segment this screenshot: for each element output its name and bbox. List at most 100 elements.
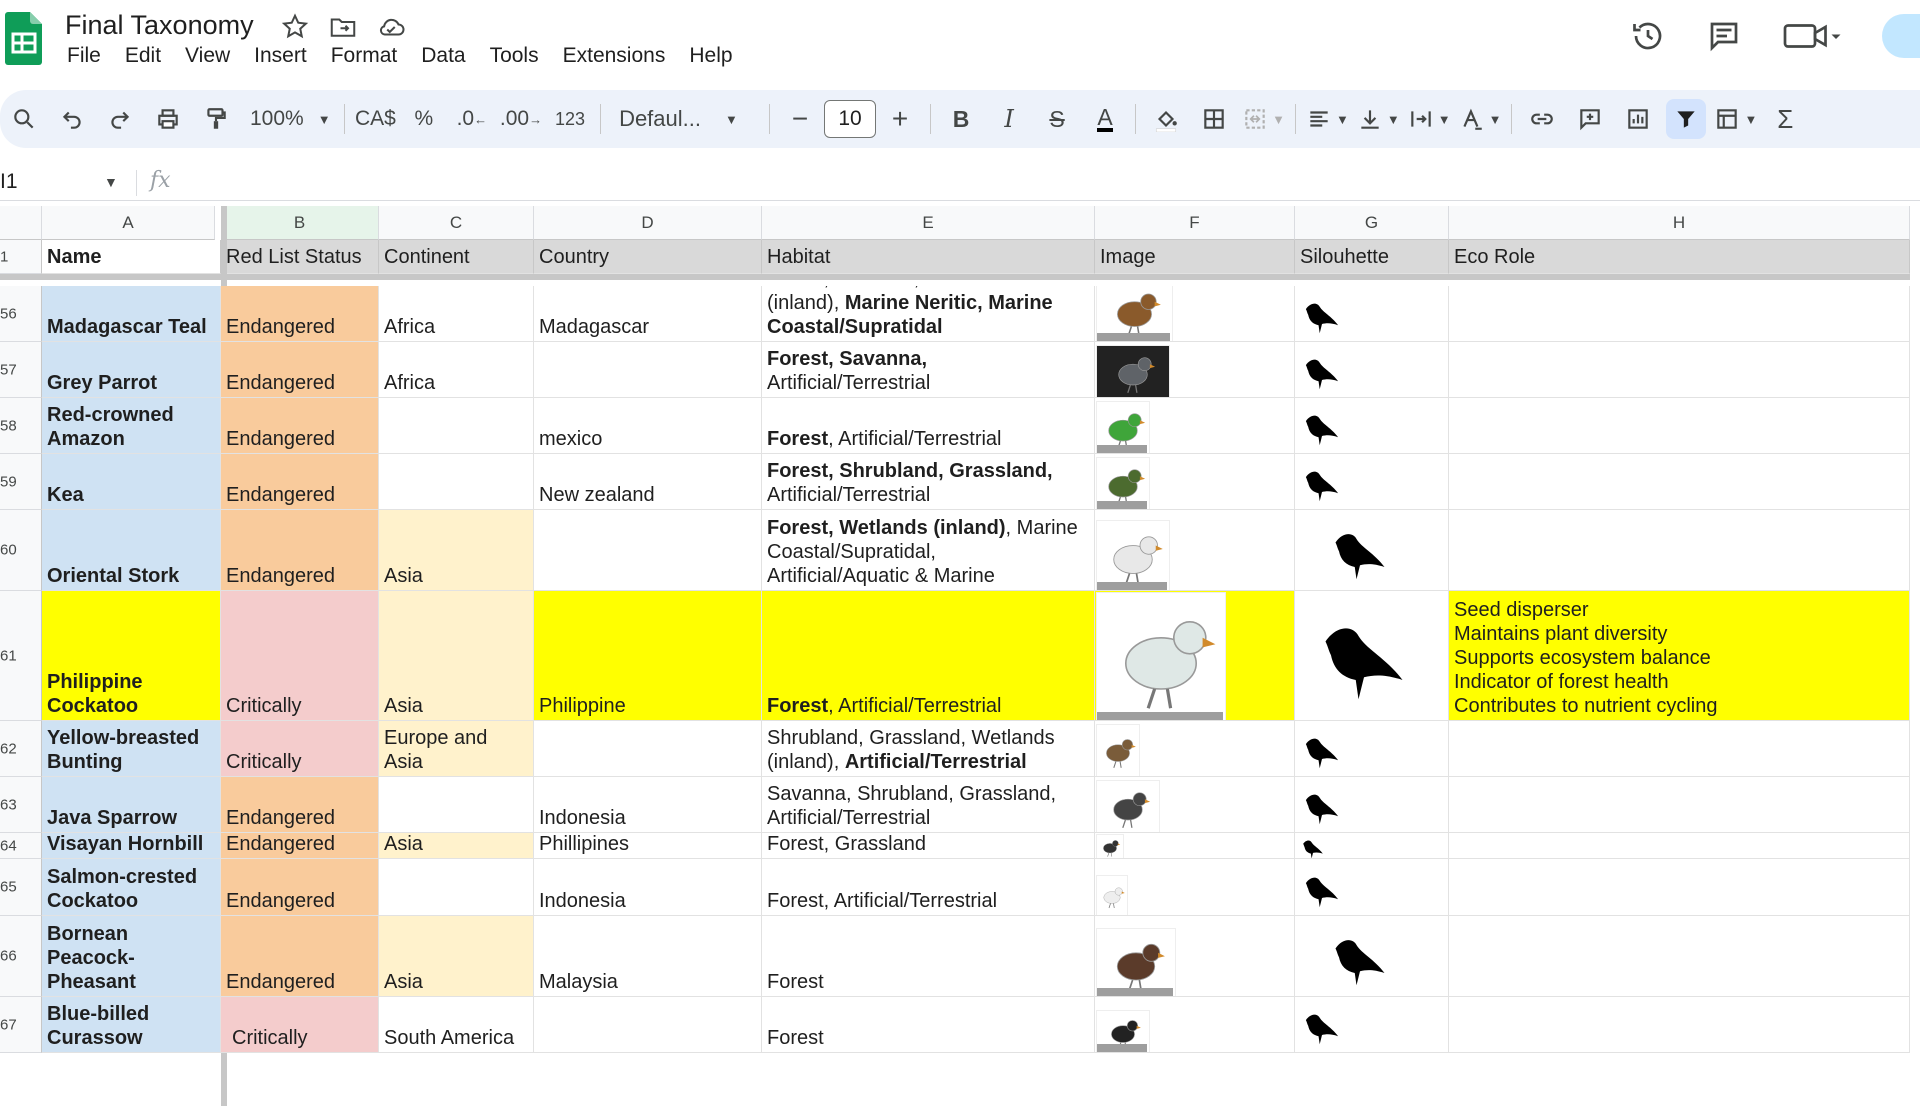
continent-cell[interactable]: South America (379, 997, 534, 1053)
image-cell[interactable] (1095, 916, 1295, 997)
habitat-cell[interactable]: Forest, Artificial/Terrestrial (762, 398, 1095, 454)
menu-extensions[interactable]: Extensions (551, 44, 678, 68)
strikethrough-button[interactable]: S (1037, 99, 1077, 139)
bird-name-cell[interactable]: Red-crowned Amazon (42, 398, 221, 454)
increase-decimal-button[interactable]: .00 → (500, 99, 542, 139)
red-list-status-cell[interactable]: Endangered (221, 454, 379, 510)
red-list-status-cell[interactable]: Endangered (221, 916, 379, 997)
bird-name-cell[interactable]: Madagascar Teal (42, 286, 221, 342)
image-cell[interactable] (1095, 342, 1295, 398)
column-header-d[interactable]: D (534, 206, 762, 240)
row-header-61[interactable]: 61 (0, 591, 42, 721)
red-list-status-cell[interactable]: Endangered (221, 286, 379, 342)
image-cell[interactable] (1095, 721, 1295, 777)
menu-edit[interactable]: Edit (113, 44, 173, 68)
bird-name-cell[interactable]: Kea (42, 454, 221, 510)
row-header-59[interactable]: 59 (0, 454, 42, 510)
document-title[interactable]: Final Taxonomy (65, 10, 254, 41)
red-list-status-cell[interactable]: Endangered (221, 833, 379, 859)
bird-name-cell[interactable]: Bornean Peacock-Pheasant (42, 916, 221, 997)
functions-icon[interactable]: Σ (1765, 99, 1805, 139)
red-list-status-cell[interactable]: Critically (221, 997, 379, 1053)
filter-views-icon[interactable]: ▼ (1714, 99, 1757, 139)
country-cell[interactable]: mexico (534, 398, 762, 454)
silhouette-cell[interactable] (1295, 859, 1449, 916)
silhouette-cell[interactable] (1295, 777, 1449, 833)
red-list-status-cell[interactable]: Endangered (221, 859, 379, 916)
image-cell[interactable] (1095, 777, 1295, 833)
row-header-56[interactable]: 56 (0, 286, 42, 342)
header-cell-d[interactable]: Country (534, 240, 762, 274)
eco-role-cell[interactable] (1449, 454, 1910, 510)
select-all-corner[interactable] (0, 206, 42, 240)
country-cell[interactable] (534, 721, 762, 777)
habitat-cell[interactable]: Forest, Savanna, Artificial/Terrestrial (762, 342, 1095, 398)
bird-photo-thumbnail[interactable] (1096, 875, 1128, 915)
image-cell[interactable] (1095, 454, 1295, 510)
bird-photo-thumbnail[interactable] (1096, 345, 1170, 397)
bird-name-cell[interactable]: Oriental Stork (42, 510, 221, 591)
country-cell[interactable] (534, 997, 762, 1053)
bold-button[interactable]: B (941, 99, 981, 139)
bird-name-cell[interactable]: Java Sparrow (42, 777, 221, 833)
font-size-input[interactable]: 10 (824, 100, 877, 138)
menu-help[interactable]: Help (677, 44, 744, 68)
image-cell[interactable] (1095, 510, 1295, 591)
image-cell[interactable] (1095, 286, 1295, 342)
row-header-57[interactable]: 57 (0, 342, 42, 398)
bird-name-cell[interactable]: Yellow-breasted Bunting (42, 721, 221, 777)
red-list-status-cell[interactable]: Endangered (221, 777, 379, 833)
filter-icon[interactable] (1666, 99, 1707, 139)
column-header-h[interactable]: H (1449, 206, 1910, 240)
image-cell[interactable] (1095, 398, 1295, 454)
text-wrapping-icon[interactable]: ▼ (1408, 99, 1451, 139)
silhouette-cell[interactable] (1295, 591, 1449, 721)
decrease-decimal-button[interactable]: .0 ← (452, 99, 492, 139)
silhouette-cell[interactable] (1295, 916, 1449, 997)
header-cell-h[interactable]: Eco Role (1449, 240, 1910, 274)
column-header-c[interactable]: C (379, 206, 534, 240)
continent-cell[interactable]: Asia (379, 510, 534, 591)
account-avatar[interactable] (1882, 14, 1920, 58)
eco-role-cell[interactable] (1449, 916, 1910, 997)
font-family-select[interactable]: Defaul... ▼ (611, 99, 759, 139)
paint-format-icon[interactable] (196, 99, 236, 139)
row-header-62[interactable]: 62 (0, 721, 42, 777)
menu-tools[interactable]: Tools (478, 44, 551, 68)
merge-cells-icon[interactable]: ▼ (1242, 99, 1285, 139)
image-cell[interactable] (1095, 591, 1295, 721)
country-cell[interactable]: Malaysia (534, 916, 762, 997)
eco-role-cell[interactable] (1449, 833, 1910, 859)
row-header-1[interactable]: 1 (0, 240, 42, 274)
bird-name-cell[interactable]: Salmon-crested Cockatoo (42, 859, 221, 916)
fill-color-icon[interactable] (1146, 99, 1186, 139)
habitat-cell[interactable]: Forest, Grassland (762, 833, 1095, 859)
habitat-cell[interactable]: Forest, Shrubland, Grassland, Artificial/… (762, 454, 1095, 510)
undo-icon[interactable] (52, 99, 92, 139)
horizontal-align-icon[interactable]: ▼ (1306, 99, 1349, 139)
eco-role-cell[interactable] (1449, 859, 1910, 916)
silhouette-cell[interactable] (1295, 342, 1449, 398)
eco-role-cell[interactable] (1449, 342, 1910, 398)
red-list-status-cell[interactable]: Endangered (221, 342, 379, 398)
eco-role-cell[interactable] (1449, 286, 1910, 342)
habitat-cell[interactable]: Forest, Artificial/Terrestrial (762, 859, 1095, 916)
bird-name-cell[interactable]: Visayan Hornbill (42, 833, 221, 859)
continent-cell[interactable]: Africa (379, 342, 534, 398)
comments-icon[interactable] (1706, 18, 1742, 54)
habitat-cell[interactable]: Forest (762, 916, 1095, 997)
habitat-cell[interactable]: Forest (762, 997, 1095, 1053)
header-cell-f[interactable]: Image (1095, 240, 1295, 274)
bird-photo-thumbnail[interactable] (1096, 780, 1160, 832)
cloud-saved-icon[interactable] (376, 12, 406, 42)
red-list-status-cell[interactable]: Endangered (221, 398, 379, 454)
column-header-b[interactable]: B (221, 206, 379, 240)
row-header-64[interactable]: 64 (0, 833, 42, 859)
format-currency-button[interactable]: CA$ (355, 99, 396, 139)
menu-view[interactable]: View (173, 44, 242, 68)
image-cell[interactable] (1095, 997, 1295, 1053)
bird-name-cell[interactable]: Philippine Cockatoo (42, 591, 221, 721)
country-cell[interactable]: Phillipines (534, 833, 762, 859)
red-list-status-cell[interactable]: Critically (221, 591, 379, 721)
continent-cell[interactable] (379, 398, 534, 454)
